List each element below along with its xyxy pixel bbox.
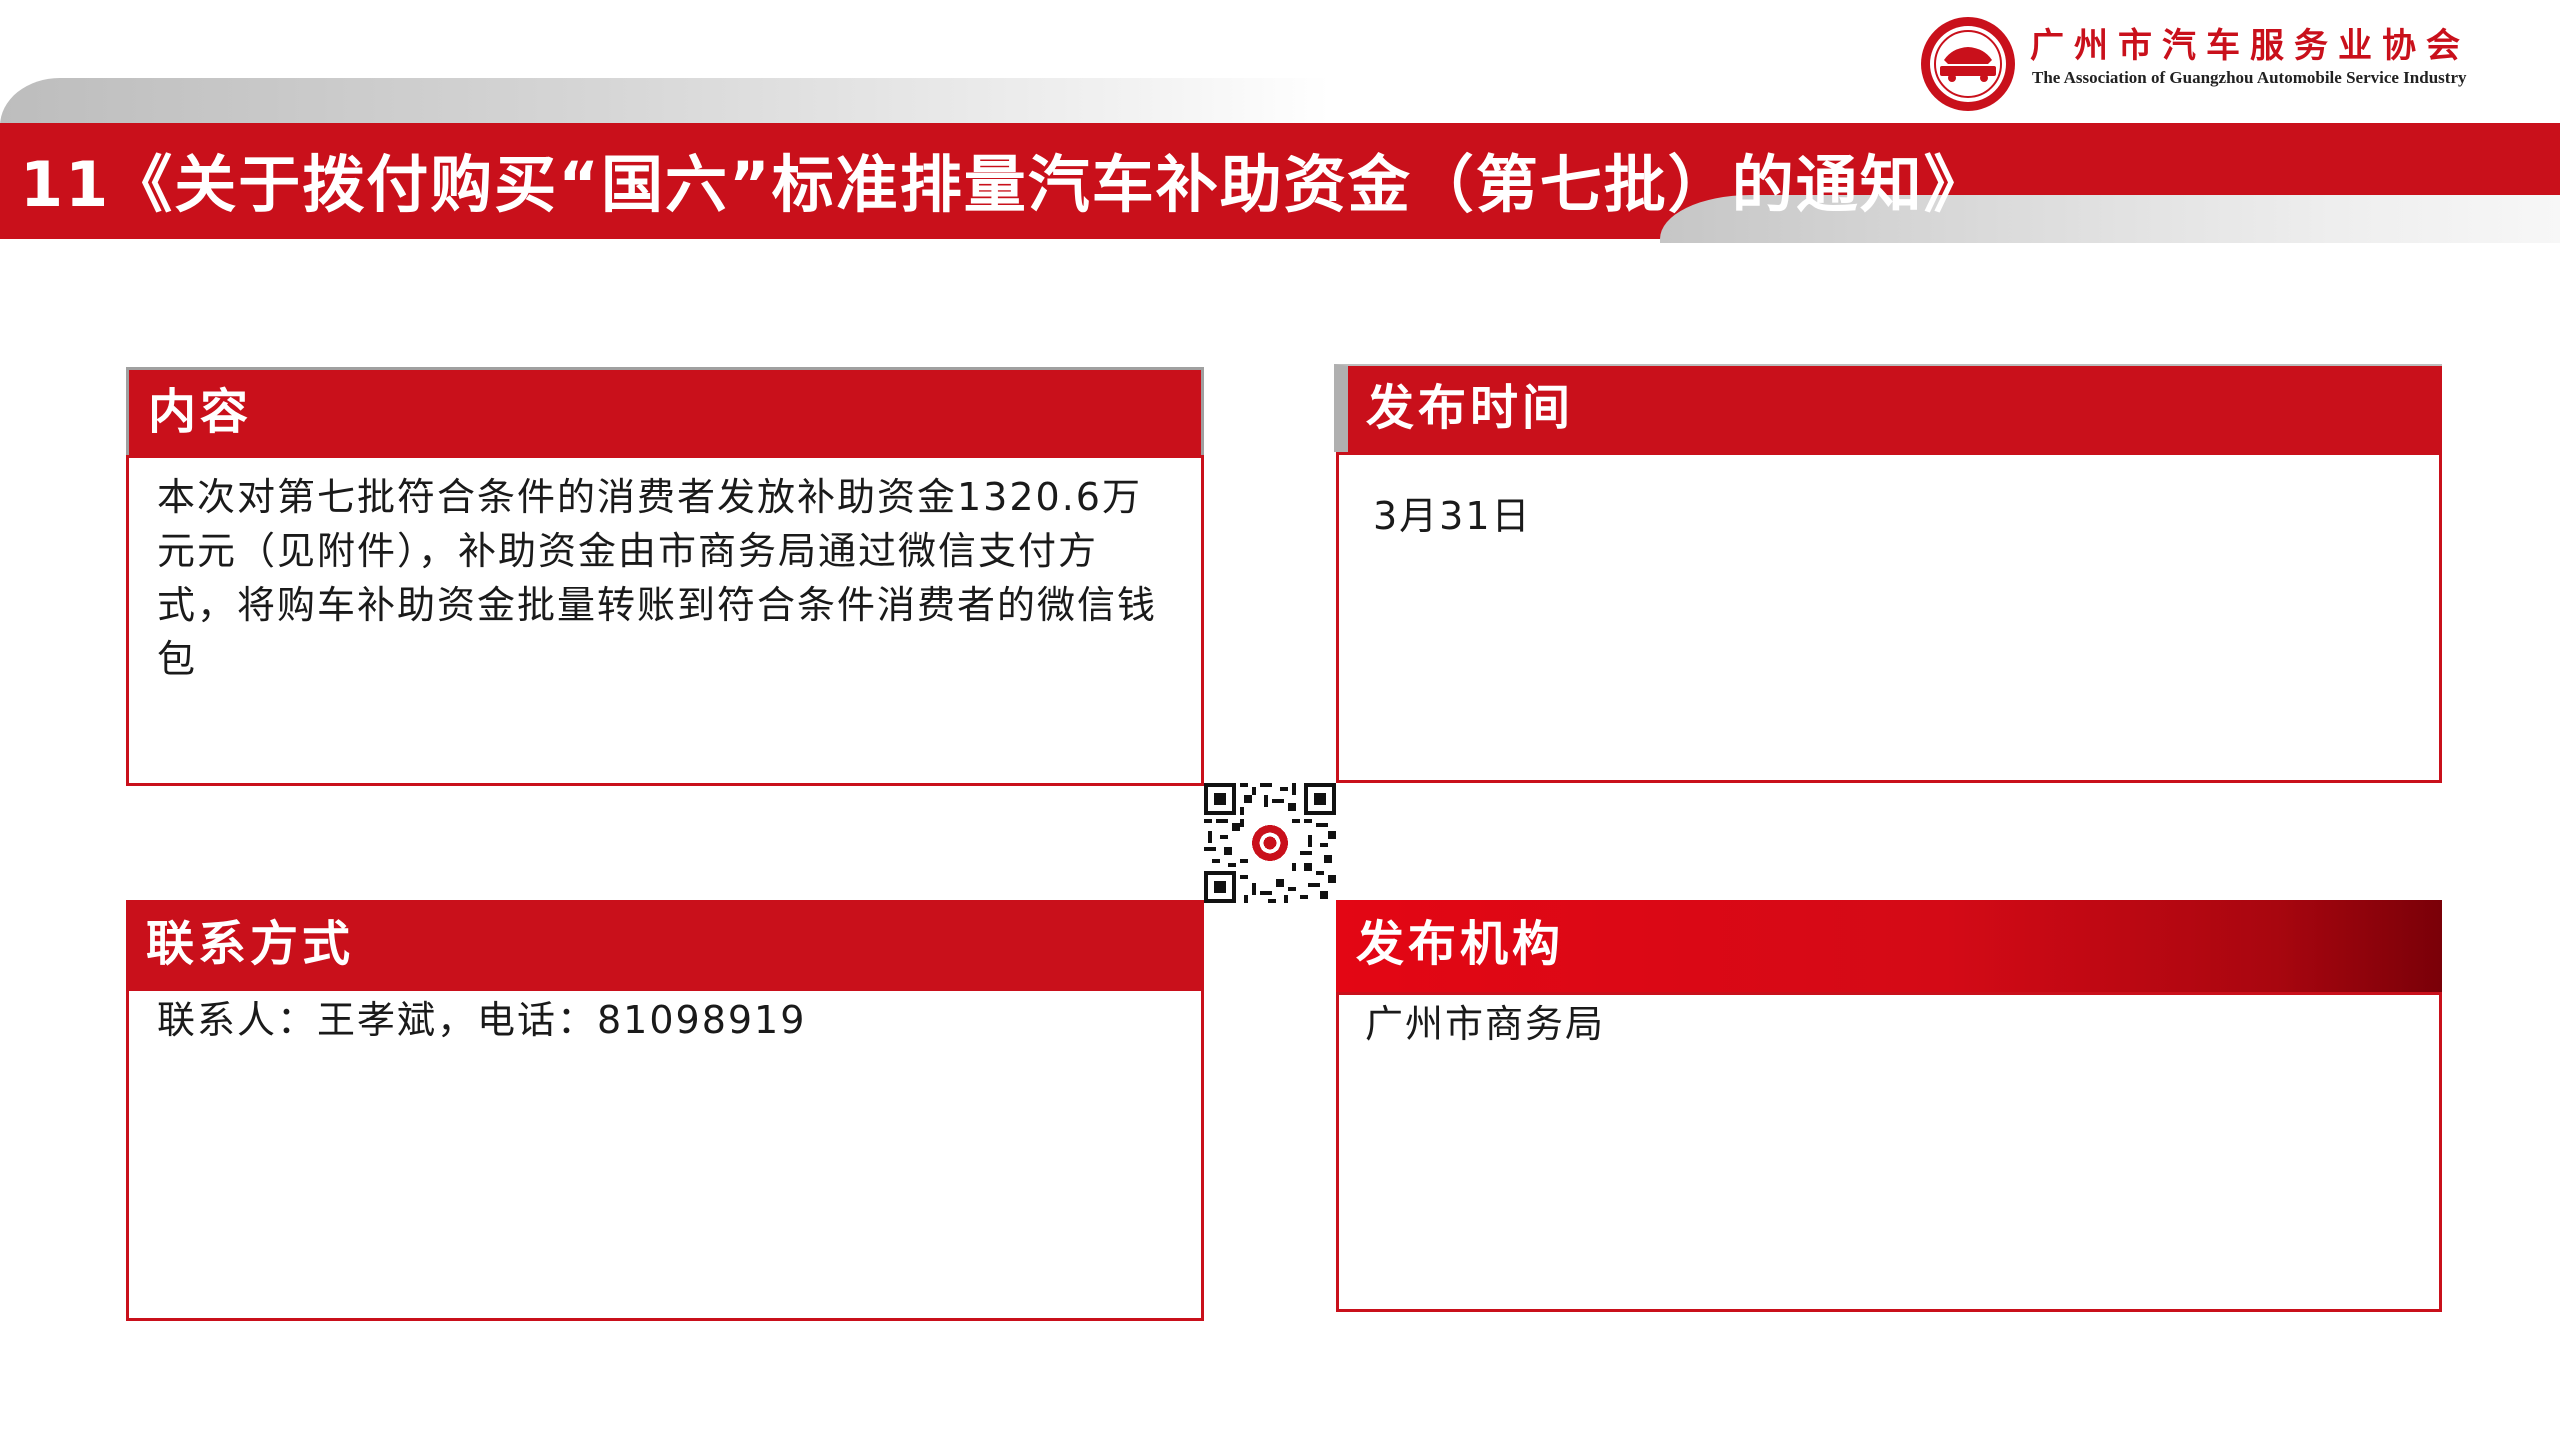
- content-text: 本次对第七批符合条件的消费者发放补助资金1320.6万元元（见附件），补助资金由…: [157, 475, 1158, 681]
- publisher-text: 广州市商务局: [1365, 1002, 1606, 1046]
- slide: 11《关于拨付购买“国六”标准排量汽车补助资金（第七批）的通知》 广州市汽车服务…: [0, 0, 2560, 1440]
- gzasa-emblem-icon: [1921, 17, 2015, 111]
- content-header: 内容: [126, 367, 1204, 455]
- logo-name-cn: 广州市汽车服务业协会: [2030, 26, 2470, 66]
- release-time-header-label: 发布时间: [1366, 380, 1575, 436]
- contact-header: 联系方式: [126, 900, 1204, 988]
- qr-code-icon: [1204, 783, 1336, 903]
- content-header-label: 内容: [148, 384, 253, 440]
- publisher-header-label: 发布机构: [1356, 916, 1565, 972]
- contact-text: 联系人：王孝斌，电话：81098919: [157, 998, 807, 1042]
- release-time-body: 3月31日: [1336, 452, 2442, 783]
- release-time-text: 3月31日: [1373, 494, 1532, 538]
- logo-name-en: The Association of Guangzhou Automobile …: [2032, 68, 2467, 87]
- content-body: 本次对第七批符合条件的消费者发放补助资金1320.6万元元（见附件），补助资金由…: [126, 455, 1204, 786]
- release-time-header: 发布时间: [1334, 364, 2442, 452]
- contact-header-label: 联系方式: [146, 916, 355, 972]
- publisher-header: 发布机构: [1336, 900, 2442, 992]
- publisher-body: 广州市商务局: [1336, 992, 2442, 1312]
- page-title: 11《关于拨付购买“国六”标准排量汽车补助资金（第七批）的通知》: [20, 148, 1988, 221]
- contact-body: 联系人：王孝斌，电话：81098919: [126, 988, 1204, 1321]
- grey-swoosh-top: [0, 78, 1330, 126]
